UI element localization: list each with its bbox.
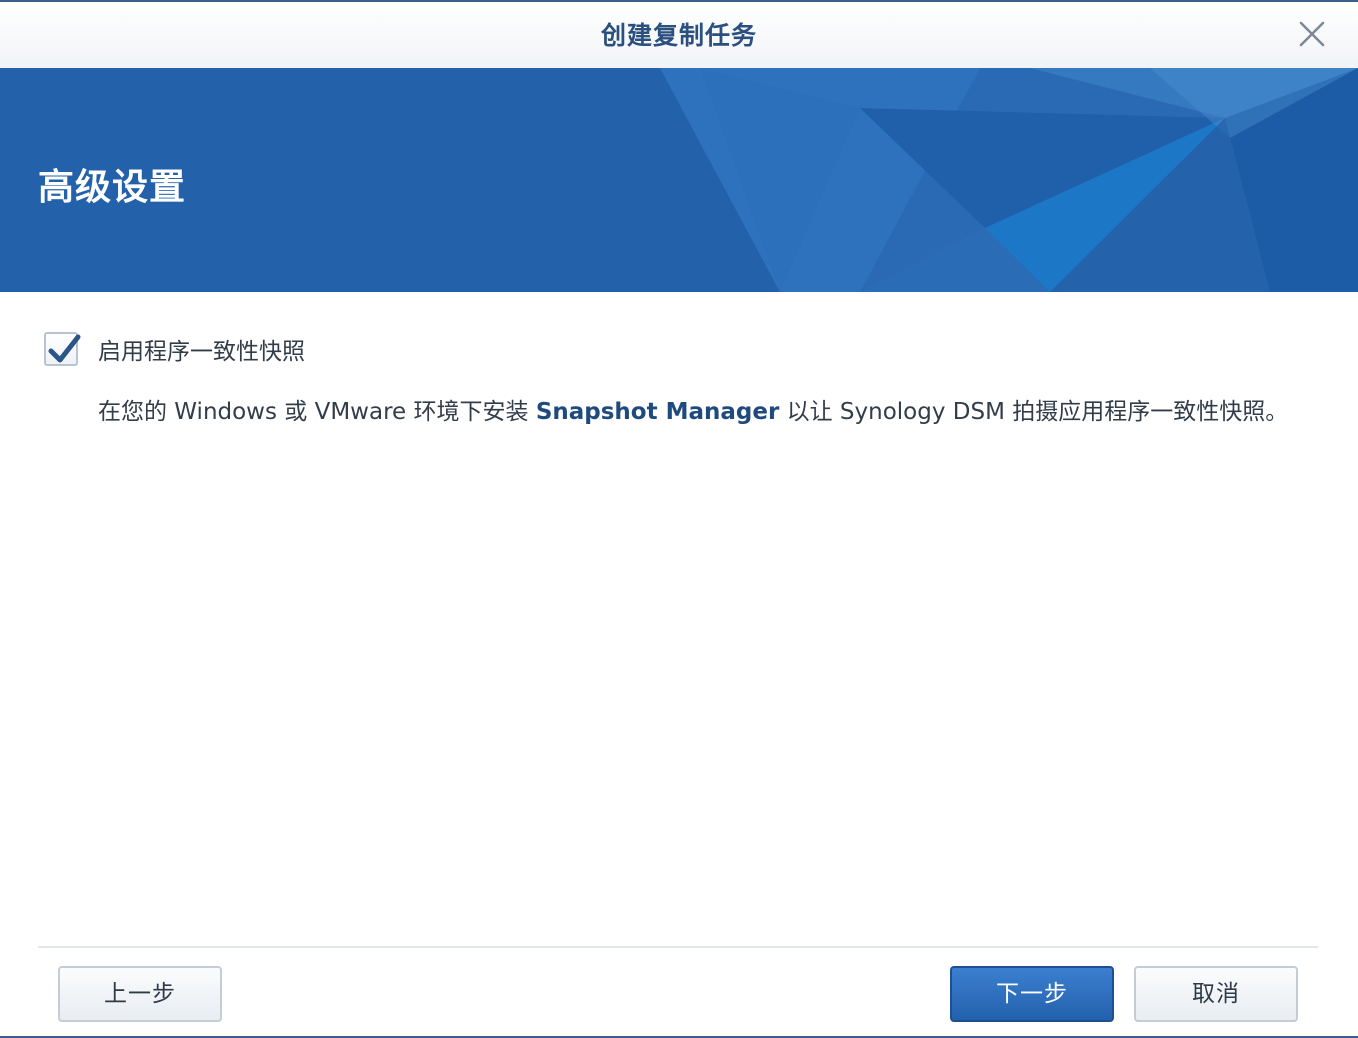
checkmark-icon [48,334,81,363]
dialog-content: 启用程序一致性快照 在您的 Windows 或 VMware 环境下安装 Sna… [0,292,1358,942]
step-title: 高级设置 [38,167,187,208]
create-replication-dialog: 创建复制任务 高级设置 启用程序一致性快照 在您的 Windows 或 VMwa… [0,0,1358,1038]
close-button[interactable] [1294,16,1330,52]
description-text-1: 在您的 Windows 或 VMware 环境下安装 [98,399,536,425]
previous-button[interactable]: 上一步 [58,966,222,1022]
description-text-2: 以让 Synology DSM 拍摄应用程序一致性快照。 [779,399,1289,425]
snapshot-manager-name: Snapshot Manager [535,399,780,425]
footer-divider [38,946,1318,948]
cancel-button[interactable]: 取消 [1134,966,1298,1022]
header-banner: 高级设置 [0,68,1358,292]
dialog-title: 创建复制任务 [600,21,757,50]
dialog-titlebar: 创建复制任务 [0,2,1358,69]
app-consistent-snapshot-option[interactable]: 启用程序一致性快照 [44,332,305,366]
banner-background [0,68,1358,292]
close-icon [1299,21,1325,47]
next-button[interactable]: 下一步 [950,966,1114,1022]
snapshot-manager-description: 在您的 Windows 或 VMware 环境下安装 Snapshot Mana… [98,392,1308,433]
app-consistent-snapshot-checkbox[interactable] [44,332,81,366]
app-consistent-snapshot-label: 启用程序一致性快照 [98,339,305,365]
